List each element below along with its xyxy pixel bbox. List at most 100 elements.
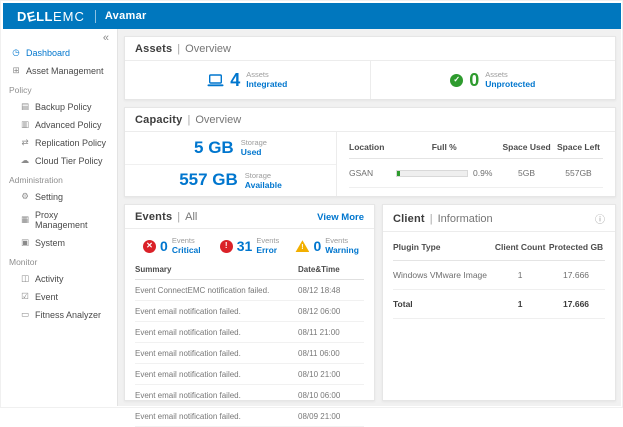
sidebar-item-dashboard[interactable]: ◷ Dashboard: [3, 44, 117, 62]
assets-unprotected-stat[interactable]: ✓ 0 Assets Unprotected: [370, 61, 616, 99]
sidebar-item-label: Backup Policy: [35, 102, 92, 112]
plugin-type-cell: Windows VMware Image: [393, 261, 493, 290]
view-more-link[interactable]: View More: [317, 212, 364, 223]
event-icon: ☑: [20, 292, 30, 302]
col-space-left: Space Left: [554, 138, 603, 159]
sidebar-item-replication-policy[interactable]: ⇄ Replication Policy: [3, 134, 117, 152]
col-datetime: Date&Time: [298, 262, 364, 280]
panel-title: Assets: [135, 43, 172, 55]
event-row[interactable]: Event email notification failed. 08/11 0…: [135, 343, 364, 364]
sidebar-item-system[interactable]: ▣ System: [3, 234, 117, 252]
app-window: DELLEMC Avamar « ◷ Dashboard ⊞ Asset Man…: [0, 0, 623, 408]
sidebar-item-label: Asset Management: [26, 66, 104, 76]
sidebar-item-setting[interactable]: ⚙ Setting: [3, 188, 117, 206]
storage-available-value: 557 GB: [179, 170, 238, 190]
events-table-header-row: Summary Date&Time: [135, 262, 364, 280]
collapse-sidebar-icon[interactable]: «: [3, 31, 117, 44]
space-left-cell: 557GB: [554, 159, 603, 188]
client-information-panel: Client | Information ⓘ Plugin Type Clien…: [382, 204, 616, 401]
event-summary: Event email notification failed.: [135, 385, 298, 406]
client-table-header-row: Plugin Type Client Count Protected GB: [393, 236, 605, 261]
title-separator: |: [177, 43, 180, 55]
sidebar-section-policy: Policy: [3, 80, 117, 98]
asset-management-icon: ⊞: [11, 66, 21, 76]
laptop-icon: [207, 74, 224, 87]
sidebar-item-activity[interactable]: ◫ Activity: [3, 270, 117, 288]
sidebar-item-asset-management[interactable]: ⊞ Asset Management: [3, 62, 117, 80]
event-row[interactable]: Event ConnectEMC notification failed. 08…: [135, 280, 364, 301]
sidebar-item-label: Cloud Tier Policy: [35, 156, 103, 166]
client-row[interactable]: Windows VMware Image 1 17.666: [393, 261, 605, 290]
stat-label-bottom: Warning: [325, 246, 359, 256]
event-datetime: 08/11 06:00: [298, 343, 364, 364]
events-table: Summary Date&Time Event ConnectEMC notif…: [125, 262, 374, 427]
events-all-panel: Events | All View More ✕ 0 Events Critic…: [124, 204, 375, 401]
warning-count: 0: [313, 239, 321, 253]
event-row[interactable]: Event email notification failed. 08/10 0…: [135, 385, 364, 406]
protected-gb-cell: 17.666: [547, 261, 605, 290]
storage-available-stat: 557 GB Storage Available: [125, 165, 336, 197]
backup-policy-icon: ▤: [20, 102, 30, 112]
panel-subtitle: Overview: [195, 114, 241, 126]
stat-label-top: Assets: [485, 70, 535, 79]
warning-triangle-icon: !: [295, 240, 309, 252]
event-row[interactable]: Event email notification failed. 08/10 2…: [135, 364, 364, 385]
brand-dell-ll: LL: [36, 9, 53, 24]
panel-subtitle: Information: [438, 213, 493, 225]
stat-label-bottom: Integrated: [246, 79, 287, 89]
stat-label-top: Storage: [241, 138, 267, 147]
col-plugin-type: Plugin Type: [393, 236, 493, 261]
stat-label-bottom: Used: [241, 147, 267, 157]
event-row[interactable]: Event email notification failed. 08/11 2…: [135, 322, 364, 343]
total-protected-gb: 17.666: [547, 290, 605, 319]
sidebar-item-proxy-management[interactable]: ▦ Proxy Management: [3, 206, 117, 234]
panel-title: Events: [135, 211, 172, 223]
capacity-progress-fill: [397, 171, 400, 176]
stat-label-bottom: Available: [245, 180, 282, 190]
space-used-cell: 5GB: [499, 159, 554, 188]
stat-label-top: Storage: [245, 171, 282, 180]
events-critical-stat[interactable]: ✕ 0 Events Critical: [133, 237, 211, 255]
error-exclamation-circle-icon: !: [220, 240, 233, 253]
event-summary: Event email notification failed.: [135, 301, 298, 322]
stat-label-bottom: Error: [256, 246, 279, 256]
event-row[interactable]: Event email notification failed. 08/12 0…: [135, 301, 364, 322]
sidebar-item-label: Replication Policy: [35, 138, 106, 148]
title-separator: |: [177, 211, 180, 223]
sidebar-item-event[interactable]: ☑ Event: [3, 288, 117, 306]
events-error-stat[interactable]: ! 31 Events Error: [211, 237, 289, 255]
sidebar-item-label: Fitness Analyzer: [35, 310, 101, 320]
sidebar-section-monitor: Monitor: [3, 252, 117, 270]
client-table: Plugin Type Client Count Protected GB Wi…: [383, 232, 615, 319]
title-separator: |: [187, 114, 190, 126]
assets-panel-header: Assets | Overview: [125, 37, 615, 61]
event-summary: Event email notification failed.: [135, 406, 298, 427]
events-warning-stat[interactable]: ! 0 Events Warning: [288, 237, 366, 255]
event-summary: Event email notification failed.: [135, 343, 298, 364]
stat-label-bottom: Critical: [172, 246, 201, 256]
capacity-table: Location Full % Space Used Space Left GS…: [337, 132, 615, 196]
col-client-count: Client Count: [493, 236, 547, 261]
sidebar-item-advanced-policy[interactable]: ▥ Advanced Policy: [3, 116, 117, 134]
sidebar-item-cloud-tier-policy[interactable]: ☁ Cloud Tier Policy: [3, 152, 117, 170]
client-total-row: Total 1 17.666: [393, 290, 605, 319]
capacity-progress-bar: [396, 170, 468, 177]
sidebar-item-backup-policy[interactable]: ▤ Backup Policy: [3, 98, 117, 116]
event-row[interactable]: Event email notification failed. 08/09 2…: [135, 406, 364, 427]
info-icon[interactable]: ⓘ: [595, 211, 605, 226]
brand-emc: EMC: [53, 9, 85, 24]
sidebar-item-fitness-analyzer[interactable]: ▭ Fitness Analyzer: [3, 306, 117, 324]
dellemc-logo[interactable]: DELLEMC: [17, 9, 85, 24]
capacity-table-row-gsan[interactable]: GSAN 0.9% 5GB 557GB: [349, 159, 603, 188]
assets-integrated-stat[interactable]: 4 Assets Integrated: [125, 70, 370, 89]
full-pct-cell: 0.9%: [473, 168, 492, 178]
panel-title: Client: [393, 213, 425, 225]
event-datetime: 08/11 21:00: [298, 322, 364, 343]
panel-title: Capacity: [135, 114, 182, 126]
dashboard-icon: ◷: [11, 48, 21, 58]
col-full-pct: Full %: [389, 138, 499, 159]
advanced-policy-icon: ▥: [20, 120, 30, 130]
sidebar-item-label: Activity: [35, 274, 64, 284]
critical-x-circle-icon: ✕: [143, 240, 156, 253]
capacity-panel-header: Capacity | Overview: [125, 108, 615, 132]
